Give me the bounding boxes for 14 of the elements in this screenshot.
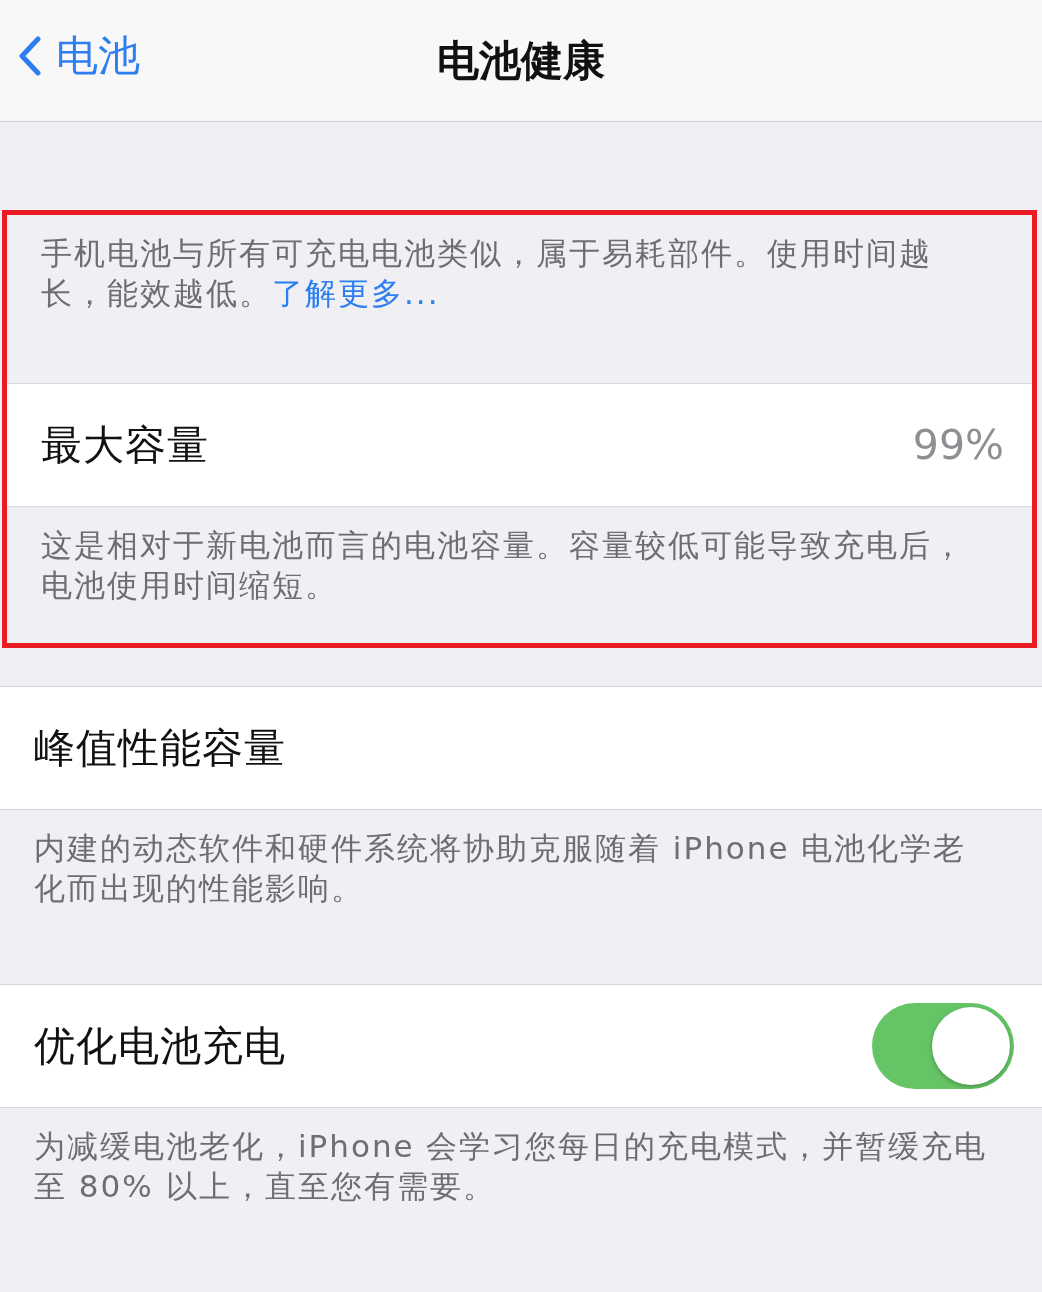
row-label: 最大容量 — [41, 419, 209, 471]
description-text: 内建的动态软件和硬件系统将协助克服随着 iPhone 电池化学老化而出现的性能影响。 — [33, 829, 968, 908]
description-text: 手机电池与所有可充电电池类似，属于易耗部件。使用时间越长，能效越低。了解更多... — [40, 234, 933, 313]
back-button[interactable]: 电池 — [18, 28, 140, 84]
row-label: 峰值性能容量 — [34, 722, 286, 774]
back-chevron-icon — [18, 36, 42, 76]
learn-more-link[interactable]: 了解更多... — [272, 275, 440, 311]
settings-row[interactable]: 优化电池充电 — [0, 984, 1042, 1108]
navigation-title: 电池健康 — [437, 34, 605, 87]
row-value: 99% — [912, 421, 1004, 469]
row-label: 优化电池充电 — [34, 1020, 286, 1072]
description-text: 为减缓电池老化，iPhone 会学习您每日的充电模式，并暂缓充电至 80% 以上，直至您有需要。 — [33, 1127, 989, 1206]
description-text: 这是相对于新电池而言的电池容量。容量较低可能导致充电后，电池使用时间缩短。 — [40, 526, 966, 605]
back-label[interactable]: 电池 — [56, 28, 140, 84]
